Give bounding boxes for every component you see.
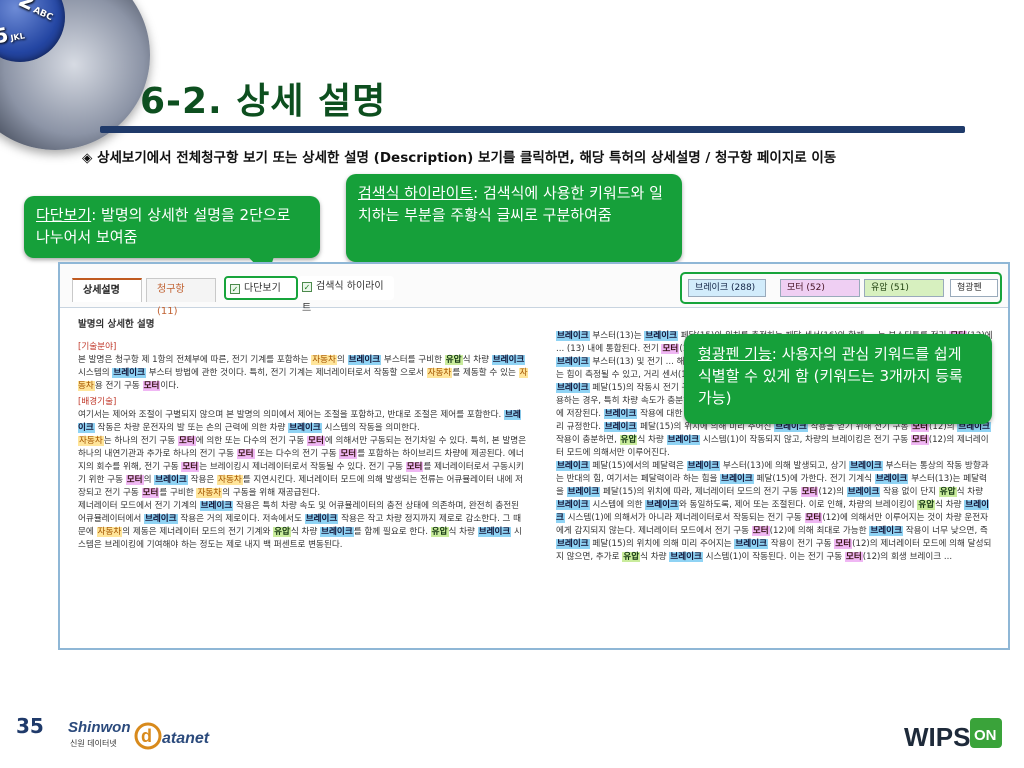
- paragraph: 제너레이터 모드에서 전기 기계의 브레이크 작용은 특히 차량 속도 및 어큐…: [78, 501, 522, 550]
- description-left-column: 발명의 상세한 설명 [기술분야] 본 발명은 청구항 제 1항의 전체부에 따…: [78, 318, 528, 552]
- intro-text: ◈ 상세보기에서 전체청구항 보기 또는 상세한 설명 (Description…: [82, 150, 837, 166]
- logo-datanet-text: atanet: [162, 730, 210, 747]
- logo-shinwon-text: Shinwon: [68, 719, 131, 736]
- checkbox-icon: ✓: [230, 284, 240, 294]
- title-divider: [100, 126, 965, 133]
- split-view-toggle[interactable]: ✓ 다단보기: [224, 276, 298, 300]
- wips-on-logo: WIPS ON: [904, 718, 1002, 752]
- logo-wips-text: WIPS: [904, 722, 970, 752]
- paragraph: 브레이크 페달(15)에서의 페달력은 브레이크 부스터(13)에 의해 발생되…: [556, 461, 992, 562]
- patent-detail-screenshot: 상세설명 청구항 (11) ✓ 다단보기 ✓ 검색식 하이라이트 브레이크 (288…: [58, 262, 1010, 650]
- section-label: [기술분야]: [78, 342, 117, 352]
- highlighter-button[interactable]: 형광펜: [950, 279, 998, 297]
- callout-term: 검색식 하이라이트: [358, 184, 474, 202]
- paragraph: 여기서는 제어와 조절이 구별되지 않으며 본 발명의 의미에서 제어는 조절을…: [78, 410, 521, 433]
- slide-title: 6-2. 상세 설명: [140, 81, 387, 122]
- description-heading: 발명의 상세한 설명: [78, 319, 155, 330]
- callout-term: 형광펜 기능: [698, 345, 772, 363]
- paragraph: 자동차는 하나의 전기 구동 모터에 의한 또는 다수의 전기 구동 모터에 의…: [78, 436, 527, 498]
- tab-claims[interactable]: 청구항 (11): [146, 278, 216, 317]
- split-view-label: 다단보기: [244, 283, 281, 294]
- callout-highlighter: 형광펜 기능: 사용자의 관심 키워드를 쉽게 식별할 수 있게 함 (키워드는…: [684, 334, 992, 424]
- section-label: [배경기술]: [78, 397, 117, 407]
- highlight-keyword-2[interactable]: 모터 (52): [780, 279, 860, 297]
- callout-term: 다단보기: [36, 206, 92, 224]
- logo-wips-badge: ON: [974, 727, 997, 744]
- checkbox-icon: ✓: [302, 282, 312, 292]
- callout-search-highlight: 검색식 하이라이트: 검색식에 사용한 키워드와 일치하는 부분을 주황식 글씨…: [346, 174, 682, 262]
- paragraph: 본 발명은 청구항 제 1항의 전체부에 따른, 전기 기계를 포함하는 자동차…: [78, 355, 528, 391]
- svg-text:d: d: [141, 726, 152, 746]
- search-highlight-label: 검색식 하이라이트: [302, 281, 384, 314]
- detail-tabbar: 상세설명 청구항 (11) ✓ 다단보기 ✓ 검색식 하이라이트 브레이크 (288…: [60, 264, 1008, 317]
- logo-shinwon-sub: 신원 데이터넷: [70, 738, 117, 748]
- highlighter-group: 브레이크 (288) 모터 (52) 유압 (51) 형광펜: [680, 272, 1002, 304]
- highlight-keyword-1[interactable]: 브레이크 (288): [688, 279, 766, 297]
- page-number: 35: [16, 714, 44, 738]
- callout-split-view: 다단보기: 발명의 상세한 설명을 2단으로 나누어서 보여줌: [24, 196, 320, 258]
- tab-description[interactable]: 상세설명: [72, 278, 142, 302]
- search-highlight-toggle[interactable]: ✓ 검색식 하이라이트: [298, 276, 394, 314]
- highlight-keyword-3[interactable]: 유압 (51): [864, 279, 944, 297]
- shinwon-datanet-logo: Shinwon 신원 데이터넷 d atanet: [68, 719, 210, 750]
